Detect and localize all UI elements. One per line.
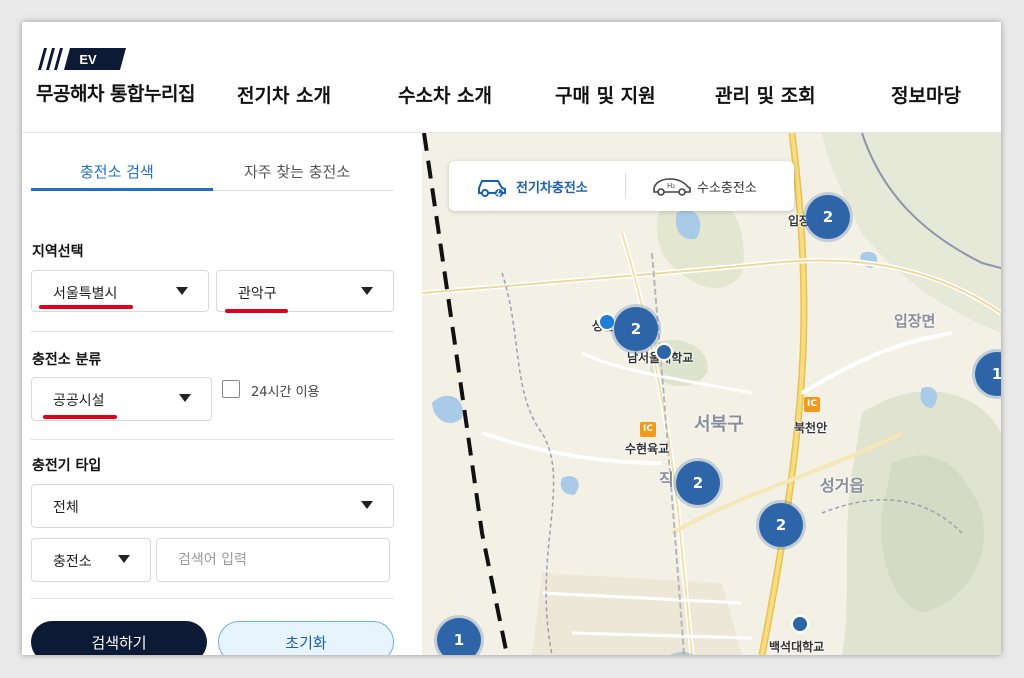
chevron-down-icon [361, 287, 373, 295]
charger-type-label: 충전기 타입 [32, 458, 102, 474]
red-highlight-underline [43, 415, 117, 419]
map-label: 직 [659, 470, 674, 489]
h2-station-option[interactable]: 수소충전소 [697, 177, 757, 196]
chevron-down-icon [179, 394, 191, 402]
map-label: 성거읍 [820, 476, 865, 495]
search-button[interactable]: 검색하기 [31, 621, 207, 655]
station-cluster-marker[interactable]: 2 [759, 503, 803, 547]
map-label: 입장면 [894, 312, 936, 330]
search-panel: 충전소 검색 자주 찾는 충전소 지역선택 서울특별시 관악구 충전소 분류 공… [22, 133, 422, 655]
red-highlight-underline [39, 305, 133, 309]
tab-station-search[interactable]: 충전소 검색 [80, 161, 154, 182]
site-title[interactable]: 무공해차 통합누리집 [36, 79, 195, 106]
tab-favorite-stations[interactable]: 자주 찾는 충전소 [244, 161, 350, 182]
map-label: 백석대학교 [769, 640, 825, 654]
nav-info[interactable]: 정보마당 [891, 81, 961, 108]
map-label: 북천안 [794, 421, 828, 435]
open-24h-label[interactable]: 24시간 이용 [251, 381, 320, 400]
search-scope-value: 충전소 [53, 554, 92, 570]
map-canvas [422, 133, 1001, 655]
red-highlight-underline [225, 309, 288, 313]
map-label: 서북구 [694, 414, 744, 435]
district-select[interactable]: 관악구 [216, 270, 394, 312]
chevron-down-icon [176, 287, 188, 295]
site-header: EV 무공해차 통합누리집 전기차 소개 수소차 소개 구매 및 지원 관리 및… [22, 22, 1001, 133]
nav-h2-intro[interactable]: 수소차 소개 [398, 81, 492, 108]
reset-button[interactable]: 초기화 [218, 621, 394, 655]
divider [31, 331, 394, 332]
svg-text:H₂: H₂ [667, 182, 675, 190]
divider [31, 598, 394, 599]
app-window: EV 무공해차 통합누리집 전기차 소개 수소차 소개 구매 및 지원 관리 및… [22, 22, 1001, 655]
district-select-value: 관악구 [238, 286, 277, 302]
nav-ev-intro[interactable]: 전기차 소개 [237, 81, 331, 108]
charger-type-select[interactable]: 전체 [31, 484, 394, 528]
station-cluster-marker[interactable]: 1 [437, 618, 481, 655]
active-tab-indicator [31, 188, 213, 191]
station-cluster-marker[interactable]: 2 [806, 195, 850, 239]
ev-car-icon [478, 180, 506, 198]
ev-station-option[interactable]: 전기차충전소 [516, 177, 588, 196]
category-label: 충전소 분류 [32, 352, 102, 368]
open-24h-checkbox[interactable] [222, 380, 240, 398]
h2-car-icon: H₂ [653, 178, 691, 196]
school-icon [655, 343, 673, 361]
search-input[interactable] [156, 538, 390, 582]
map-label: 수현육교 [625, 442, 670, 456]
station-cluster-marker[interactable]: 2 [614, 307, 658, 351]
city-select-value: 서울특별시 [53, 286, 118, 302]
nav-manage-inquiry[interactable]: 관리 및 조회 [715, 81, 816, 108]
logo-badge-text: EV [79, 52, 97, 67]
ic-badge-icon: IC [804, 397, 820, 412]
category-select-value: 공공시설 [53, 393, 105, 409]
ic-badge-icon: IC [640, 422, 656, 437]
charger-type-value: 전체 [53, 500, 79, 516]
search-scope-select[interactable]: 충전소 [31, 538, 151, 582]
map-view[interactable]: 전기차충전소 H₂ 수소충전소 입장휴게소 입장면 성환역 남서울대학교 서북구… [422, 133, 1001, 655]
chevron-down-icon [361, 501, 373, 509]
school-icon [791, 615, 809, 633]
station-type-toggle: 전기차충전소 H₂ 수소충전소 [449, 161, 794, 211]
station-cluster-marker[interactable]: 2 [676, 461, 720, 505]
ev-logo-icon[interactable]: EV [38, 48, 128, 70]
divider [31, 439, 394, 440]
chevron-down-icon [118, 555, 130, 563]
toggle-divider [625, 173, 626, 199]
region-label: 지역선택 [32, 244, 84, 260]
nav-purchase-support[interactable]: 구매 및 지원 [555, 81, 656, 108]
